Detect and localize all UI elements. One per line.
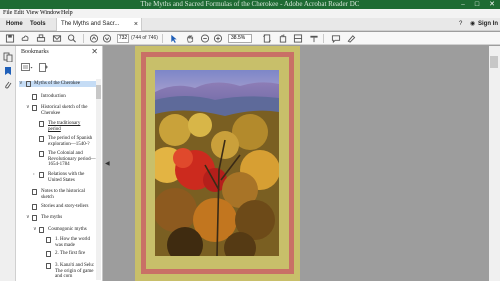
- tab-home[interactable]: Home: [2, 18, 27, 31]
- close-tab-icon[interactable]: ×: [134, 18, 138, 31]
- bookmark-label: The period of Spanish exploration—1540-?: [48, 136, 93, 147]
- bookmark-label: 3. Kana'ti and Selu: The origin of game …: [55, 263, 95, 280]
- select-cursor-icon[interactable]: [169, 34, 179, 43]
- search-icon[interactable]: [67, 34, 77, 43]
- bookmark-icon: [32, 94, 37, 100]
- bookmark-tools: [21, 63, 61, 73]
- tab-document-label: The Myths and Sacr...: [61, 21, 120, 27]
- upload-icon[interactable]: [20, 34, 30, 43]
- close-window-button[interactable]: ✕: [485, 0, 499, 9]
- bookmark-icon: [39, 227, 44, 233]
- bookmarks-panel-title: Bookmarks: [21, 49, 49, 55]
- bookmark-icon: [46, 263, 51, 269]
- collapse-chevron-icon[interactable]: ∨: [33, 227, 38, 233]
- maximize-button[interactable]: □: [470, 0, 484, 9]
- bookmark-icon: [32, 189, 37, 195]
- menu-view[interactable]: View: [26, 9, 39, 18]
- bookmarks-scrollbar[interactable]: [96, 79, 101, 280]
- print-icon[interactable]: [36, 34, 46, 43]
- toolbar: 732 (744 of 746) 38.5%: [0, 32, 500, 45]
- zoom-out-icon[interactable]: [200, 34, 210, 43]
- collapse-chevron-icon[interactable]: ∨: [26, 105, 31, 111]
- bookmark-list: ∨ Myths of the Cherokee Introduction ∨ H…: [16, 77, 96, 281]
- zoom-level-input[interactable]: 38.5%: [228, 34, 252, 43]
- hand-tool-icon[interactable]: [185, 34, 195, 43]
- bookmark-options-icon[interactable]: [21, 63, 33, 72]
- bookmark-icon: [39, 136, 44, 142]
- bookmark-icon: [39, 121, 44, 127]
- menu-window[interactable]: Window: [40, 9, 60, 18]
- left-navigation-rail: [0, 46, 16, 281]
- bookmarks-panel: Bookmarks ✕ ∨ Myths of the Cherokee Intr…: [16, 46, 103, 281]
- bookmark-icon: [26, 81, 31, 87]
- help-icon[interactable]: ?: [459, 18, 462, 31]
- bookmark-icon: [32, 215, 37, 221]
- menu-file[interactable]: File: [3, 9, 12, 18]
- expand-chevron-icon[interactable]: ›: [33, 172, 38, 178]
- document-scrollbar[interactable]: [489, 46, 500, 281]
- attachments-icon[interactable]: [3, 80, 13, 90]
- collapse-chevron-icon[interactable]: ∨: [26, 215, 31, 221]
- fit-page-icon[interactable]: [262, 34, 272, 43]
- bookmark-label: The myths: [41, 215, 63, 220]
- bookmark-label: The traditionary period: [48, 121, 81, 132]
- email-icon[interactable]: [52, 34, 62, 43]
- page-thumbnails-icon[interactable]: [3, 52, 13, 62]
- minimize-button[interactable]: –: [456, 0, 470, 9]
- bookmark-label: Stories and story-tellers: [41, 204, 89, 209]
- bookmark-icon: [39, 172, 44, 178]
- collapse-panel-icon[interactable]: ◀: [105, 160, 110, 167]
- menu-bar: File Edit View Window Help: [0, 9, 500, 18]
- sign-in-button[interactable]: Sign In: [478, 18, 498, 31]
- tab-bar: Home Tools The Myths and Sacr... × ? ◉ S…: [0, 18, 500, 31]
- page-number-input[interactable]: 732: [117, 34, 129, 43]
- bookmark-icon: [39, 151, 44, 157]
- collapse-chevron-icon[interactable]: ∨: [19, 81, 24, 87]
- bell-icon[interactable]: ◉: [470, 18, 475, 31]
- bookmark-label: Cosmogonic myths: [48, 227, 87, 232]
- bookmark-label: 1. How the world was made: [55, 237, 90, 248]
- bookmark-label: The Colonial and Revolutionary period—16…: [48, 151, 96, 168]
- bookmark-label: Relations with the United States: [48, 172, 85, 183]
- previous-page-icon[interactable]: [89, 34, 99, 43]
- document-scrollbar-thumb[interactable]: [490, 56, 498, 68]
- title-bar: The Myths and Sacred Formulas of the Che…: [0, 0, 500, 9]
- bookmark-icon: [32, 204, 37, 210]
- rotate-icon[interactable]: [278, 34, 288, 43]
- menu-help[interactable]: Help: [61, 9, 73, 18]
- new-bookmark-icon[interactable]: [39, 63, 49, 72]
- bookmark-label: 2. The first fire: [55, 251, 86, 256]
- zoom-in-icon[interactable]: [213, 34, 223, 43]
- close-icon[interactable]: ✕: [91, 47, 98, 56]
- bookmark-label: Myths of the Cherokee: [34, 81, 80, 86]
- window-title: The Myths and Sacred Formulas of the Che…: [140, 0, 360, 8]
- page-count: (744 of 746): [131, 35, 158, 41]
- read-mode-icon[interactable]: [309, 34, 319, 43]
- tab-document[interactable]: The Myths and Sacr... ×: [56, 18, 142, 31]
- toolbar-separator: [323, 34, 324, 43]
- bookmark-label: Notes to the historical sketch: [41, 189, 86, 200]
- comment-icon[interactable]: [331, 34, 341, 43]
- tab-tools[interactable]: Tools: [26, 18, 50, 31]
- toolbar-separator: [83, 34, 84, 43]
- highlight-pen-icon[interactable]: [346, 34, 356, 43]
- bookmark-icon: [46, 251, 51, 257]
- scroll-mode-icon[interactable]: [293, 34, 303, 43]
- bookmark-icon: [46, 237, 51, 243]
- menu-edit[interactable]: Edit: [14, 9, 24, 18]
- toolbar-separator: [162, 34, 163, 43]
- bookmark-item[interactable]: ∨ Myths of the Cherokee: [19, 81, 96, 87]
- bookmarks-scrollbar-thumb[interactable]: [96, 85, 101, 99]
- bookmark-label: Introduction: [41, 94, 66, 99]
- bookmarks-panel-icon[interactable]: [3, 66, 13, 76]
- next-page-icon[interactable]: [102, 34, 112, 43]
- save-icon[interactable]: [5, 34, 15, 43]
- bookmark-icon: [32, 105, 37, 111]
- bookmark-label: Historical sketch of the Cherokee: [41, 105, 88, 116]
- autumn-mountain-photo: [155, 70, 279, 256]
